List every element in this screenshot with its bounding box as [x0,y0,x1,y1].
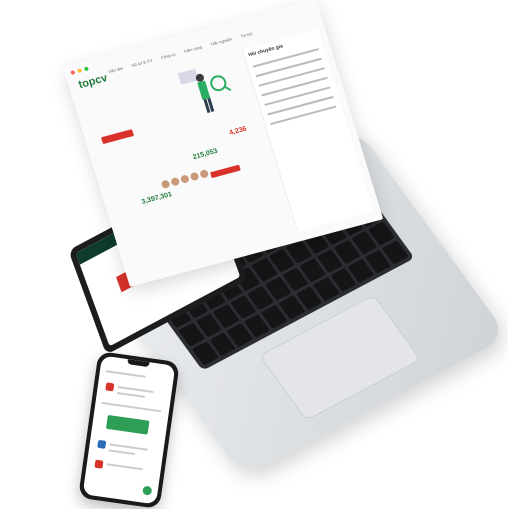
phone-header-text [105,370,146,378]
site-logo[interactable]: topcv [77,72,109,91]
nav-item[interactable]: Tin tức [240,31,253,39]
phone-screen [82,355,176,505]
side-list-item[interactable] [264,86,331,106]
nav-item[interactable]: Công cụ [160,51,176,60]
illustration-icon [177,68,232,113]
job-subtitle-line [116,391,145,398]
nav-item[interactable]: Cẩm nang [183,44,202,54]
side-list-item[interactable] [267,95,334,116]
company-logo [94,459,104,469]
phone-notch [127,359,150,368]
banner-cta-button[interactable] [101,129,135,145]
job-title-line[interactable] [106,463,143,471]
side-list-item[interactable] [258,67,325,87]
window-controls [70,66,89,75]
avatar [189,171,200,182]
cta-button[interactable] [210,164,241,179]
stat-number: 215,053 [191,147,219,162]
side-list-item[interactable] [270,105,337,126]
avatar-group [160,169,210,190]
avatar [199,169,210,179]
nav-item[interactable]: Hồ sơ & CV [131,58,153,68]
stat-number: 4,236 [228,125,248,137]
add-icon[interactable] [142,485,153,496]
side-panel-title: Hỏi chuyên gia [247,43,284,59]
smartphone [78,351,180,509]
company-logo [97,439,107,449]
side-panel: Hỏi chuyên gia [241,29,374,232]
side-list-item[interactable] [261,76,328,97]
nav-item[interactable]: Trắc nghiệm [210,36,233,47]
avatar [179,174,190,184]
stat-number: 3,397,301 [140,191,173,206]
job-subtitle-line [108,449,135,456]
nav-item[interactable]: Việc làm [107,66,123,75]
avatar [170,176,181,187]
promo-banner[interactable] [105,414,150,435]
avatar [160,179,171,190]
company-logo [105,382,115,392]
list-divider [101,401,162,413]
side-list-item[interactable] [255,57,322,78]
